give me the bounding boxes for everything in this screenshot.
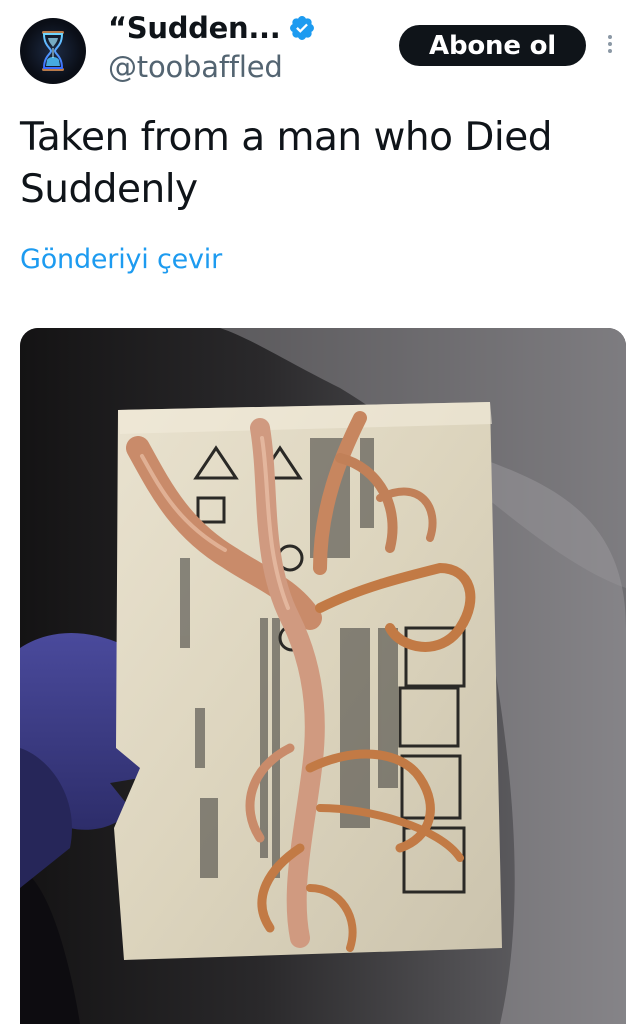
- author-display-name[interactable]: “Sudden...: [108, 11, 281, 45]
- tweet-text: Taken from a man who Died Suddenly: [20, 115, 553, 212]
- tweet-header: “Sudden... @toobaffled Abone ol: [0, 0, 644, 100]
- author-handle[interactable]: @toobaffled: [108, 50, 283, 84]
- hourglass-icon: [42, 31, 64, 71]
- photo-illustration: [20, 328, 626, 1024]
- verified-badge-icon: [290, 16, 315, 40]
- author-avatar[interactable]: [20, 18, 86, 84]
- tweet-photo[interactable]: [20, 328, 626, 1024]
- translate-post-link[interactable]: Gönderiyi çevir: [20, 244, 222, 275]
- author-name-row[interactable]: “Sudden...: [108, 8, 316, 48]
- more-vertical-icon[interactable]: [600, 32, 620, 62]
- subscribe-button[interactable]: Abone ol: [399, 25, 586, 66]
